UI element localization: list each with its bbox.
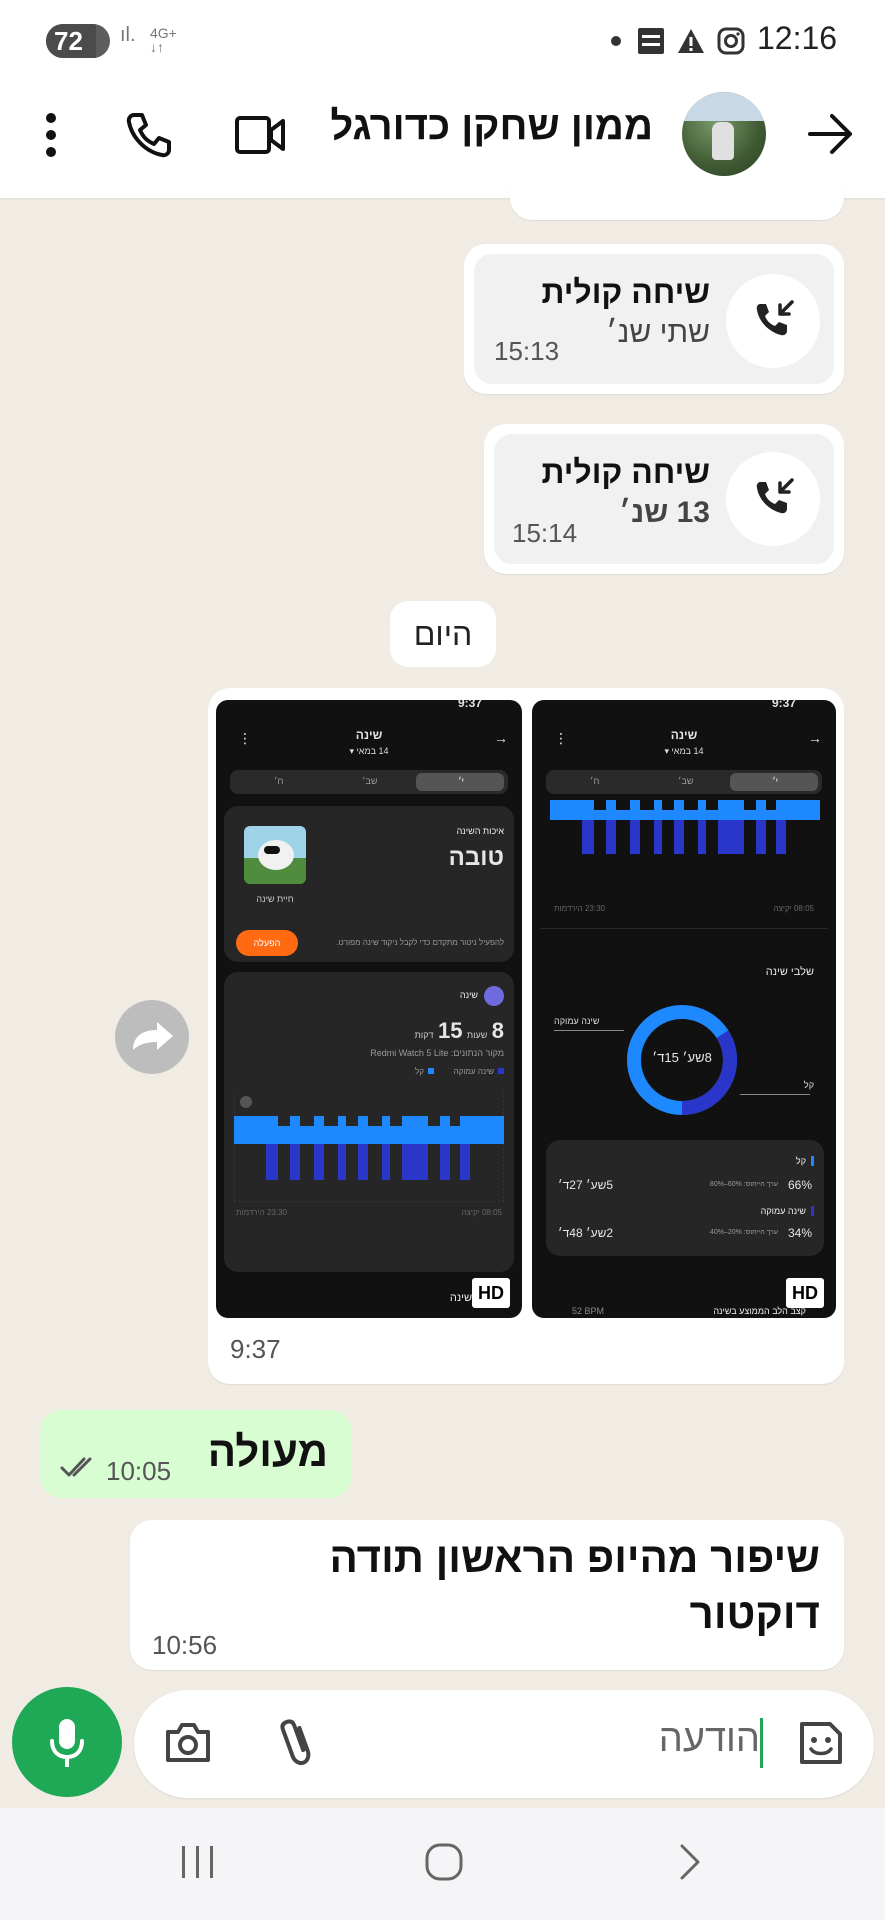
sleep-chart-top: [550, 800, 820, 854]
received-message[interactable]: שיפור מהיופ הראשון תודה דוקטור 10:56: [130, 1520, 844, 1670]
forward-button[interactable]: [115, 1000, 189, 1074]
message-time: 15:14: [512, 518, 578, 548]
call-ic-wrap: [726, 452, 820, 546]
message-time: 10:05: [106, 1456, 172, 1486]
sleep-chart: [234, 1092, 504, 1202]
incoming-call-icon: [756, 478, 794, 514]
shot-back-arrow-icon: →: [808, 730, 822, 746]
text-cursor: [760, 1718, 763, 1768]
message-text: שיפור מהיופ הראשון תודה דוקטור: [329, 1534, 820, 1637]
call-duration: 13 שנ׳: [619, 496, 710, 529]
sent-message[interactable]: מעולה 10:05: [40, 1410, 352, 1498]
more-options-icon[interactable]: [36, 110, 66, 160]
shot-tab-bar: י׳ שב׳ ח׳: [546, 770, 822, 794]
hd-badge: HD: [786, 1278, 824, 1308]
warning-icon: [678, 29, 704, 53]
previous-message-bubble: [510, 180, 844, 220]
voice-message-button[interactable]: [12, 1687, 122, 1797]
notification-box-icon: [638, 28, 664, 54]
signal-icon: ıl.: [120, 24, 136, 46]
shot-status-time: 9:37: [771, 700, 796, 710]
back-nav-icon[interactable]: [676, 1842, 706, 1882]
stages-title: שלבי שינה: [765, 966, 814, 978]
shot-title: שינה: [670, 728, 698, 742]
clock: 12:16: [757, 20, 838, 56]
sleep-animal-image: [244, 826, 306, 884]
battery-indicator: 72: [46, 24, 110, 58]
voice-call-message[interactable]: שיחה קולית שתי שנ׳ 15:13: [464, 244, 844, 394]
donut-center-label: 8שע׳ 15ד׳: [652, 1050, 712, 1065]
shot-title: שינה: [355, 728, 383, 742]
shot-back-arrow-icon: →: [494, 730, 508, 746]
deep-callout: שינה עמוקה: [554, 1016, 600, 1026]
camera-icon[interactable]: [164, 1720, 212, 1764]
hr-value: 52 BPM: [572, 1306, 605, 1316]
forward-icon: [133, 1022, 173, 1050]
input-placeholder: הודעה: [658, 1718, 760, 1760]
video-call-icon[interactable]: [234, 112, 286, 158]
message-composer: [134, 1690, 874, 1798]
recent-apps-icon[interactable]: [178, 1842, 218, 1882]
sticker-icon[interactable]: [796, 1718, 846, 1768]
status-bar: 72 ıl. 4G+ ↓↑ 12:16: [0, 0, 885, 82]
microphone-icon: [50, 1719, 84, 1767]
home-icon[interactable]: [424, 1842, 464, 1882]
shot-tab-bar: י׳ שב׳ ח׳: [230, 770, 508, 794]
image-message[interactable]: 9:37 שינה 14 במאי ▾ → ⋮ י׳ שב׳ ח׳ איכות …: [208, 688, 844, 1384]
hd-badge: HD: [472, 1278, 510, 1308]
shot-date: 14 במאי ▾: [349, 746, 389, 756]
attach-icon[interactable]: [276, 1714, 316, 1770]
message-text: מעולה: [207, 1428, 328, 1475]
contact-avatar[interactable]: [682, 92, 766, 176]
bed-icon: [484, 986, 504, 1006]
voice-call-icon[interactable]: [124, 110, 174, 160]
date-separator: היום: [390, 601, 496, 667]
shot-more-icon: ⋮: [238, 730, 252, 746]
shot-date: 14 במאי ▾: [664, 746, 704, 756]
instagram-icon: [717, 27, 745, 55]
back-arrow-icon[interactable]: [806, 112, 854, 156]
shot-more-icon: ⋮: [554, 730, 568, 746]
contact-name[interactable]: ממון שחקן כדורגל: [330, 104, 653, 149]
dot-icon: [611, 36, 621, 46]
network-type: 4G+ ↓↑: [150, 25, 177, 55]
sleep-quality-card: איכות השינה טובה חיית שינה הפעלה להפעיל …: [224, 806, 514, 962]
incoming-call-icon: [756, 300, 794, 336]
read-receipt-icon: [60, 1457, 92, 1477]
screenshot-right[interactable]: 9:37 שינה 14 במאי ▾ → ⋮ י׳ שב׳ ח׳ 23:30 …: [532, 700, 836, 1318]
message-time: 9:37: [230, 1334, 281, 1364]
sleep-summary-card: שינה 8 שעות 15 דקות מקור הנתונים: Redmi …: [224, 972, 514, 1272]
voice-call-message[interactable]: שיחה קולית 13 שנ׳ 15:14: [484, 424, 844, 574]
message-input[interactable]: הודעה: [640, 1718, 760, 1768]
shot-status-time: 9:37: [457, 700, 482, 710]
call-duration: שתי שנ׳: [606, 316, 710, 349]
call-title: שיחה קולית: [541, 454, 710, 490]
light-callout: קל: [803, 1080, 814, 1090]
call-title: שיחה קולית: [541, 274, 710, 310]
message-time: 15:13: [494, 336, 560, 366]
call-ic-wrap: [726, 274, 820, 368]
screenshot-left[interactable]: 9:37 שינה 14 במאי ▾ → ⋮ י׳ שב׳ ח׳ איכות …: [216, 700, 522, 1318]
activate-button[interactable]: הפעלה: [236, 930, 298, 956]
stages-breakdown-card: קל 66% ערך הייחוס: 60%–80% 5שע׳ 27ד׳ שינ…: [546, 1140, 824, 1256]
message-time: 10:56: [152, 1630, 218, 1660]
